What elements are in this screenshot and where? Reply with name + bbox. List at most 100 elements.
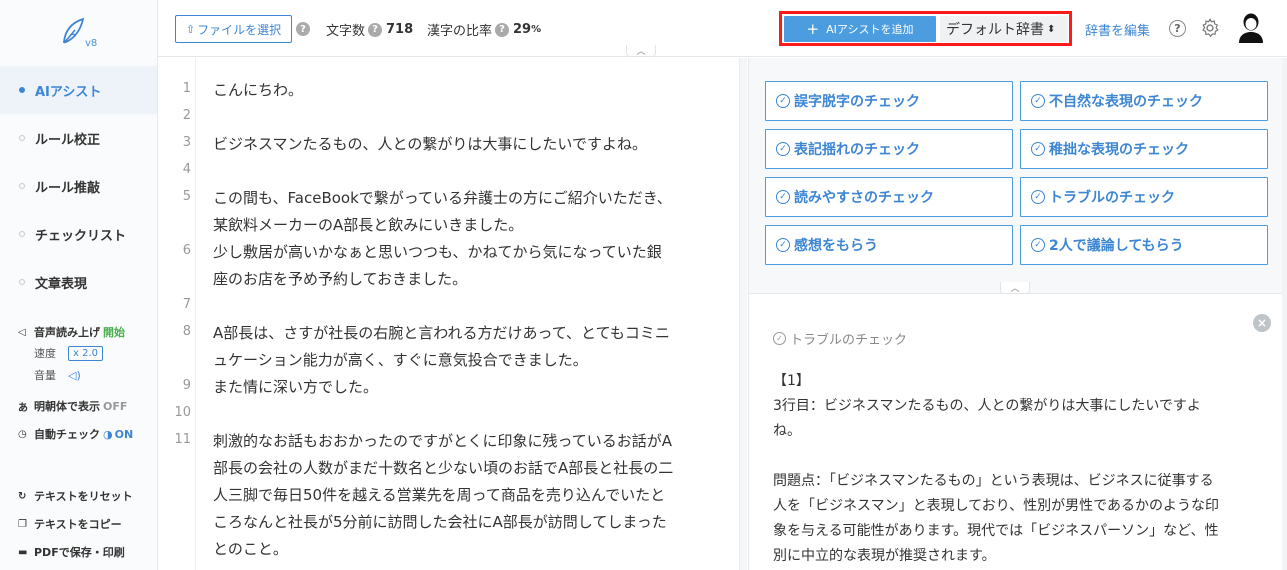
- speech-start-link[interactable]: 開始: [103, 324, 125, 340]
- check-circle-icon: ✓: [776, 238, 790, 252]
- editor-line: ころなんと社長が5分前に訪問した会社にA部長が訪問してしまった: [213, 513, 667, 531]
- kanji-ratio: 漢字の比率 ? 29 %: [427, 20, 541, 39]
- autocheck-toggle[interactable]: ◷ 自動チェック ◑ ON: [18, 424, 133, 444]
- panel-scrollbar[interactable]: [1282, 58, 1287, 570]
- ai-assist-panel: ✓ 誤字脱字のチェック ✓ 不自然な表現のチェック ✓ 表記揺れのチェック ✓ …: [748, 58, 1287, 570]
- text-editor[interactable]: 1 2 3 4 5 6 7 8 9 10 11 こんにちわ。 ビジネスマンたるも…: [158, 58, 747, 570]
- two-person-discussion-button[interactable]: ✓ 2人で議論してもらう: [1020, 225, 1268, 265]
- check-result: × ✓ トラブルのチェック 【1】 3行目：ビジネスマンたるもの、人との繋がりは…: [749, 302, 1287, 570]
- mincho-toggle[interactable]: あ 明朝体で表示 OFF: [18, 396, 133, 416]
- sidebar-item-checklist[interactable]: チェックリスト: [0, 210, 157, 258]
- copy-text-button[interactable]: ❐ テキストをコピー: [18, 510, 133, 538]
- line-number: 11: [174, 432, 191, 447]
- app-logo[interactable]: v8: [59, 16, 103, 56]
- reset-icon: ↻: [18, 490, 27, 502]
- printer-icon: ▬: [18, 546, 28, 558]
- get-feedback-button[interactable]: ✓ 感想をもらう: [765, 225, 1013, 265]
- result-line: 3行目：ビジネスマンたるもの、人との繋がりは大事にしたいですよ: [773, 398, 1201, 414]
- check-buttons-area: ✓ 誤字脱字のチェック ✓ 不自然な表現のチェック ✓ 表記揺れのチェック ✓ …: [749, 58, 1287, 294]
- check-unnatural-button[interactable]: ✓ 不自然な表現のチェック: [1020, 81, 1268, 121]
- select-caret-icon: ⬍: [1047, 23, 1056, 35]
- result-line: 象を与える可能性があります。現代では「ビジネスパーソン」など、性: [773, 523, 1219, 539]
- check-circle-icon: ✓: [1031, 190, 1045, 204]
- collapse-toolbar-tab[interactable]: ︿: [626, 45, 656, 57]
- edit-dictionary-link[interactable]: 辞書を編集: [1085, 20, 1150, 39]
- close-result-button[interactable]: ×: [1253, 314, 1271, 332]
- check-circle-icon: ✓: [1031, 238, 1045, 252]
- speed-value-button[interactable]: x 2.0: [68, 345, 103, 361]
- sidebar-item-rule-refine[interactable]: ルール推敲: [0, 162, 157, 210]
- plus-icon: +: [806, 20, 820, 38]
- check-trouble-button[interactable]: ✓ トラブルのチェック: [1020, 177, 1268, 217]
- help-icon[interactable]: ?: [1169, 20, 1186, 37]
- line-number: 2: [182, 108, 191, 123]
- sidebar-item-label: 文章表現: [35, 276, 88, 292]
- kanji-ratio-value: 29: [513, 22, 532, 37]
- sidebar: v8 AIアシスト ルール校正 ルール推敲 チェックリスト 文章表現 ◁ 音声読…: [0, 0, 158, 570]
- editor-line: こんにちわ。: [213, 81, 304, 99]
- copy-icon: ❐: [18, 518, 27, 530]
- check-clumsy-button[interactable]: ✓ 稚拙な表現のチェック: [1020, 129, 1268, 169]
- check-circle-icon: ✓: [776, 142, 790, 156]
- result-line: 別に中立的な表現が推奨されます。: [773, 548, 996, 564]
- timer-icon: ◷: [18, 428, 27, 440]
- chevron-up-icon: ︿: [636, 47, 646, 57]
- result-line: 【1】: [773, 373, 810, 389]
- reset-text-button[interactable]: ↻ テキストをリセット: [18, 482, 133, 510]
- file-select-label: ファイルを選択: [197, 22, 282, 37]
- editor-line: ビジネスマンたるもの、人との繋がりは大事にしたいですよね。: [213, 135, 647, 153]
- kanji-ratio-label: 漢字の比率: [427, 24, 493, 39]
- editor-line: A部長は、さすが社長の右腕と言われる方だけあって、とてもコミニ: [213, 324, 670, 342]
- editor-line: 部長の会社の人数がまだ十数名と少ない頃のお話でA部長と社長の二: [213, 459, 674, 477]
- editor-scrollbar[interactable]: [739, 58, 747, 570]
- add-ai-assist-label: AIアシストを追加: [826, 23, 914, 36]
- check-readability-button[interactable]: ✓ 読みやすさのチェック: [765, 177, 1013, 217]
- line-number-gutter: 1 2 3 4 5 6 7 8 9 10 11: [158, 58, 196, 570]
- kanji-ratio-help-icon[interactable]: ?: [495, 22, 510, 37]
- add-ai-assist-button[interactable]: + AIアシストを追加: [784, 16, 936, 42]
- result-title: ✓ トラブルのチェック: [773, 329, 907, 348]
- user-avatar-icon[interactable]: [1237, 12, 1265, 44]
- sidebar-item-ai-assist[interactable]: AIアシスト: [0, 66, 157, 114]
- check-button-label: 誤字脱字のチェック: [794, 94, 920, 110]
- line-number: 8: [182, 324, 191, 339]
- line-number: 4: [182, 162, 191, 177]
- line-number: 6: [182, 243, 191, 258]
- editor-line: ュケーション能力が高く、すぐに意気投合できました。: [213, 351, 588, 369]
- speech-volume-row: 音量 ◁): [18, 364, 133, 386]
- mincho-label: 明朝体で表示: [34, 400, 100, 413]
- sidebar-item-expression[interactable]: 文章表現: [0, 258, 157, 306]
- check-button-label: 2人で議論してもらう: [1049, 238, 1184, 254]
- dot-icon: [19, 279, 25, 285]
- line-number: 5: [182, 189, 191, 204]
- sidebar-tools: ◁ 音声読み上げ 開始 速度 x 2.0 音量 ◁) あ 明朝体で表示 OFF …: [18, 322, 133, 444]
- dictionary-select[interactable]: デフォルト辞書 ⬍: [940, 16, 1068, 42]
- sidebar-item-rule-proofread[interactable]: ルール校正: [0, 114, 157, 162]
- speech-toggle[interactable]: ◁ 音声読み上げ 開始: [18, 322, 133, 342]
- check-notation-button[interactable]: ✓ 表記揺れのチェック: [765, 129, 1013, 169]
- editor-line: 刺激的なお話もおおかったのですがとくに印象に残っているお話がA: [213, 432, 673, 450]
- check-circle-icon: ✓: [776, 94, 790, 108]
- file-select-button[interactable]: ⇧ ファイルを選択: [175, 15, 292, 43]
- chevron-up-icon: ︿: [1010, 284, 1020, 294]
- collapse-checks-tab[interactable]: ︿: [1000, 282, 1030, 294]
- result-line: 問題点：「ビジネスマンたるもの」という表現は、ビジネスに従事する: [773, 473, 1214, 489]
- volume-icon[interactable]: ◁): [68, 369, 81, 382]
- editor-line: この間も、FaceBookで繋がっている弁護士の方にご紹介いただき、: [213, 189, 672, 207]
- result-line: 人を「ビジネスマン」と表現しており、性別が男性であるかのような印: [773, 498, 1220, 514]
- gear-icon[interactable]: [1199, 17, 1221, 39]
- check-circle-icon: ✓: [776, 190, 790, 204]
- file-help-icon[interactable]: ?: [296, 22, 310, 36]
- dot-icon: [19, 183, 25, 189]
- sidebar-nav: AIアシスト ルール校正 ルール推敲 チェックリスト 文章表現: [0, 66, 157, 306]
- check-circle-icon: ✓: [1031, 94, 1045, 108]
- char-count-help-icon[interactable]: ?: [368, 22, 383, 37]
- pdf-print-button[interactable]: ▬ PDFで保存・印刷: [18, 538, 133, 566]
- editor-line: 某飲料メーカーのA部長と飲みにいきました。: [213, 216, 524, 234]
- result-title-label: トラブルのチェック: [790, 333, 908, 348]
- check-button-label: 不自然な表現のチェック: [1049, 94, 1203, 110]
- line-number: 9: [182, 378, 191, 393]
- line-number: 3: [182, 135, 191, 150]
- editor-line: 座のお店を予め予約しておきました。: [213, 270, 468, 288]
- check-typo-button[interactable]: ✓ 誤字脱字のチェック: [765, 81, 1013, 121]
